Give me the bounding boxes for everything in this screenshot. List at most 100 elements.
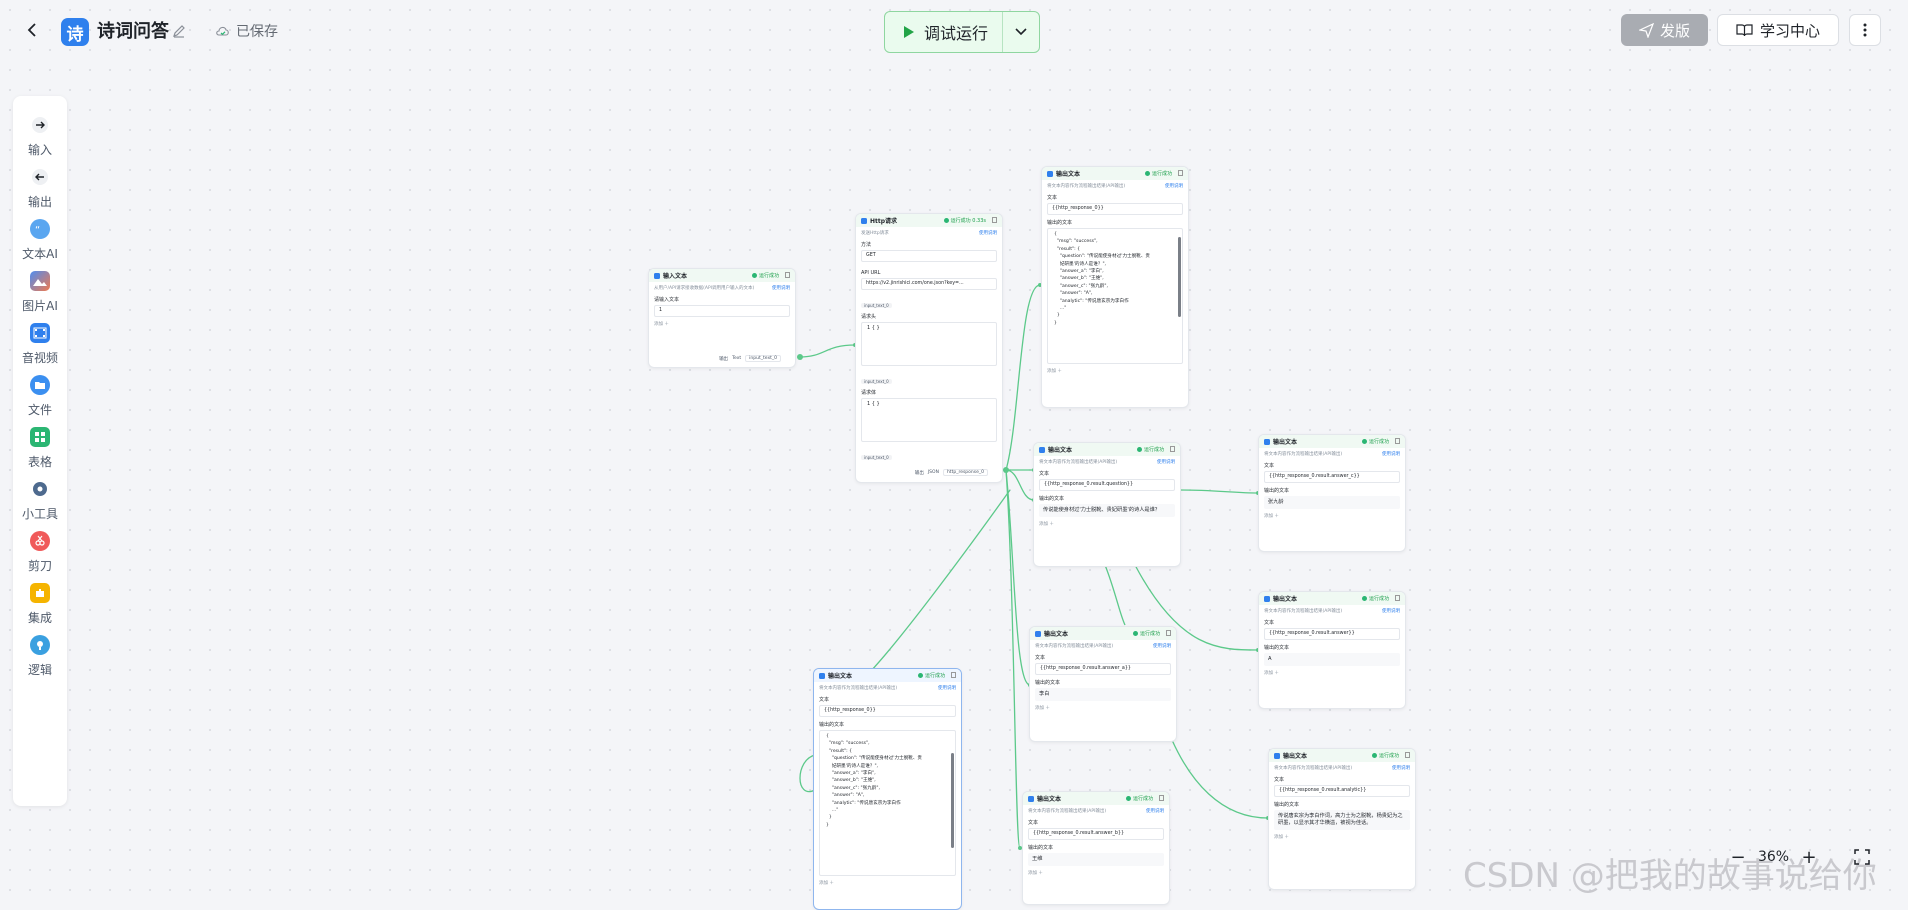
output-text-value: 王维 xyxy=(1028,853,1164,866)
output-variable[interactable]: http_response_0 xyxy=(942,469,988,476)
sidebar-item-input[interactable]: 输入 xyxy=(13,111,67,167)
text-template-field[interactable]: {{http_response_0.result.answer_a}} xyxy=(1035,663,1171,675)
add-button[interactable]: 添加 ＋ xyxy=(1042,366,1188,376)
node-header[interactable]: 输出文本 运行成功 xyxy=(1042,167,1188,180)
add-button[interactable]: 添加 ＋ xyxy=(1023,868,1169,878)
output-text-label: 输出的文本 xyxy=(1264,488,1290,494)
node-header[interactable]: 输出文本 运行成功 xyxy=(1259,592,1405,605)
output-json-viewer[interactable]: { "msg": "success", "result": { "questio… xyxy=(1047,228,1183,364)
usage-link[interactable]: 使用说明 xyxy=(1165,183,1183,189)
text-template-field[interactable]: {{http_response_0.result.answer}} xyxy=(1264,628,1400,640)
variable-tag[interactable]: input_text_0 xyxy=(861,455,892,460)
learning-center-button[interactable]: 学习中心 xyxy=(1717,14,1839,46)
add-button[interactable]: 添加 ＋ xyxy=(1030,703,1176,713)
header-label: 请求头 xyxy=(861,314,877,320)
text-template-field[interactable]: {{http_response_0.result.question}} xyxy=(1039,479,1175,491)
text-template-field[interactable]: {{http_response_0.result.answer_c}} xyxy=(1264,471,1400,483)
edit-title-icon[interactable] xyxy=(171,23,187,39)
zoom-out-button[interactable]: − xyxy=(1727,846,1749,868)
sidebar-item-integration[interactable]: 集成 xyxy=(13,579,67,635)
node-header[interactable]: 输出文本 运行成功 xyxy=(1259,435,1405,448)
top-header: 诗 诗词问答 已保存 调试运行 发版 学习中心 xyxy=(0,0,1908,64)
usage-link[interactable]: 使用说明 xyxy=(938,685,956,691)
output-text-node-answer-a[interactable]: 输出文本 运行成功 将文本内容作为流程输出结果(API输出) 使用说明 文本 {{… xyxy=(1029,626,1177,742)
usage-link[interactable]: 使用说明 xyxy=(1146,808,1164,814)
add-button[interactable]: 添加 ＋ xyxy=(1259,668,1405,678)
node-header[interactable]: 输出文本 运行成功 xyxy=(1023,792,1169,805)
output-text-node-answer[interactable]: 输出文本 运行成功 将文本内容作为流程输出结果(API输出) 使用说明 文本 {{… xyxy=(1258,591,1406,709)
output-text-node-full-response-2[interactable]: 输出文本 运行成功 将文本内容作为流程输出结果(API输出) 使用说明 文本 {{… xyxy=(813,668,962,910)
sidebar-item-table[interactable]: 表格 xyxy=(13,423,67,479)
fit-view-icon[interactable] xyxy=(1851,846,1873,868)
add-button[interactable]: 添加 ＋ xyxy=(814,878,961,888)
text-template-field[interactable]: {{http_response_0}} xyxy=(819,705,956,717)
output-text-node-full-response[interactable]: 输出文本 运行成功 将文本内容作为流程输出结果(API输出) 使用说明 文本 {{… xyxy=(1041,166,1189,408)
usage-link[interactable]: 使用说明 xyxy=(979,230,997,236)
delete-node-icon[interactable] xyxy=(1405,752,1410,758)
text-template-field[interactable]: {{http_response_0.result.answer_b}} xyxy=(1028,828,1164,840)
sidebar-item-scissors[interactable]: 剪刀 xyxy=(13,527,67,583)
node-header[interactable]: 输出文本 运行成功 xyxy=(814,669,961,682)
scrollbar[interactable] xyxy=(951,753,954,848)
text-template-field[interactable]: {{http_response_0.result.analytic}} xyxy=(1274,785,1410,797)
api-url-field[interactable]: https://v2.jinrishici.com/one.json?key=.… xyxy=(861,278,997,290)
more-options-icon[interactable] xyxy=(1849,14,1881,46)
usage-link[interactable]: 使用说明 xyxy=(1157,459,1175,465)
add-button[interactable]: 添加 ＋ xyxy=(1034,519,1180,529)
delete-node-icon[interactable] xyxy=(1159,795,1164,801)
delete-node-icon[interactable] xyxy=(1178,170,1183,176)
delete-node-icon[interactable] xyxy=(992,217,997,223)
add-button[interactable]: 添加 ＋ xyxy=(1259,511,1405,521)
http-request-node[interactable]: Http请求 运行成功 0.33s 发送Http请求 使用说明 方法 GET AP… xyxy=(855,213,1003,483)
add-button[interactable]: 添加 ＋ xyxy=(649,319,795,329)
variable-tag[interactable]: input_text_0 xyxy=(861,379,892,384)
node-header[interactable]: Http请求 运行成功 0.33s xyxy=(856,214,1002,227)
input-text-field[interactable]: 1 xyxy=(654,305,790,317)
delete-node-icon[interactable] xyxy=(1395,595,1400,601)
run-options-chevron-icon[interactable] xyxy=(1003,12,1039,52)
delete-node-icon[interactable] xyxy=(1166,630,1171,636)
output-text-label: 输出的文本 xyxy=(1047,220,1073,226)
output-text-node-question[interactable]: 输出文本 运行成功 将文本内容作为流程输出结果(API输出) 使用说明 文本 {{… xyxy=(1033,442,1181,567)
publish-button[interactable]: 发版 xyxy=(1621,14,1708,46)
delete-node-icon[interactable] xyxy=(1170,446,1175,452)
output-text-node-analytic[interactable]: 输出文本 运行成功 将文本内容作为流程输出结果(API输出) 使用说明 文本 {{… xyxy=(1268,748,1416,890)
back-icon[interactable] xyxy=(20,18,44,42)
scrollbar[interactable] xyxy=(1178,237,1181,317)
usage-link[interactable]: 使用说明 xyxy=(1392,765,1410,771)
sidebar-item-file[interactable]: 文件 xyxy=(13,371,67,427)
text-template-field[interactable]: {{http_response_0}} xyxy=(1047,203,1183,215)
usage-link[interactable]: 使用说明 xyxy=(1382,451,1400,457)
delete-node-icon[interactable] xyxy=(951,672,956,678)
sidebar-item-logic[interactable]: 逻辑 xyxy=(13,631,67,687)
header-code-editor[interactable]: 1 { } xyxy=(861,322,997,366)
delete-node-icon[interactable] xyxy=(1395,438,1400,444)
add-button[interactable]: 添加 ＋ xyxy=(1269,832,1415,842)
sidebar-item-image-ai[interactable]: 图片AI xyxy=(13,267,67,323)
method-select[interactable]: GET xyxy=(861,250,997,262)
edge-http-to-out-answer-a xyxy=(1005,469,1031,686)
output-variable[interactable]: input_text_0 xyxy=(745,355,781,362)
node-header[interactable]: 输出文本 运行成功 xyxy=(1034,443,1180,456)
sidebar-item-media[interactable]: 音视频 xyxy=(13,319,67,375)
node-status: 运行成功 0.33s xyxy=(943,217,986,224)
debug-run-button[interactable]: 调试运行 xyxy=(885,12,1004,52)
input-out-port xyxy=(797,354,803,360)
node-header[interactable]: 输出文本 运行成功 xyxy=(1269,749,1415,762)
sidebar-item-tools[interactable]: 小工具 xyxy=(13,475,67,531)
node-header[interactable]: 输出文本 运行成功 xyxy=(1030,627,1176,640)
variable-tag[interactable]: input_text_0 xyxy=(861,303,892,308)
usage-link[interactable]: 使用说明 xyxy=(1153,643,1171,649)
sidebar-item-text-ai[interactable]: “ 文本AI xyxy=(13,215,67,271)
output-json-viewer[interactable]: { "msg": "success", "result": { "questio… xyxy=(819,730,956,876)
delete-node-icon[interactable] xyxy=(785,272,790,278)
output-text-node-answer-b[interactable]: 输出文本 运行成功 将文本内容作为流程输出结果(API输出) 使用说明 文本 {{… xyxy=(1022,791,1170,905)
output-text-node-answer-c[interactable]: 输出文本 运行成功 将文本内容作为流程输出结果(API输出) 使用说明 文本 {{… xyxy=(1258,434,1406,552)
usage-link[interactable]: 使用说明 xyxy=(1382,608,1400,614)
input-text-node[interactable]: 输入文本 运行成功 从用户/API请求接收数据(API调用用户输入的文本) 使用说… xyxy=(648,268,796,368)
usage-link[interactable]: 使用说明 xyxy=(772,285,790,291)
zoom-in-button[interactable]: + xyxy=(1798,846,1820,868)
body-code-editor[interactable]: 1 { } xyxy=(861,398,997,442)
sidebar-item-output[interactable]: 输出 xyxy=(13,163,67,219)
node-header[interactable]: 输入文本 运行成功 xyxy=(649,269,795,282)
